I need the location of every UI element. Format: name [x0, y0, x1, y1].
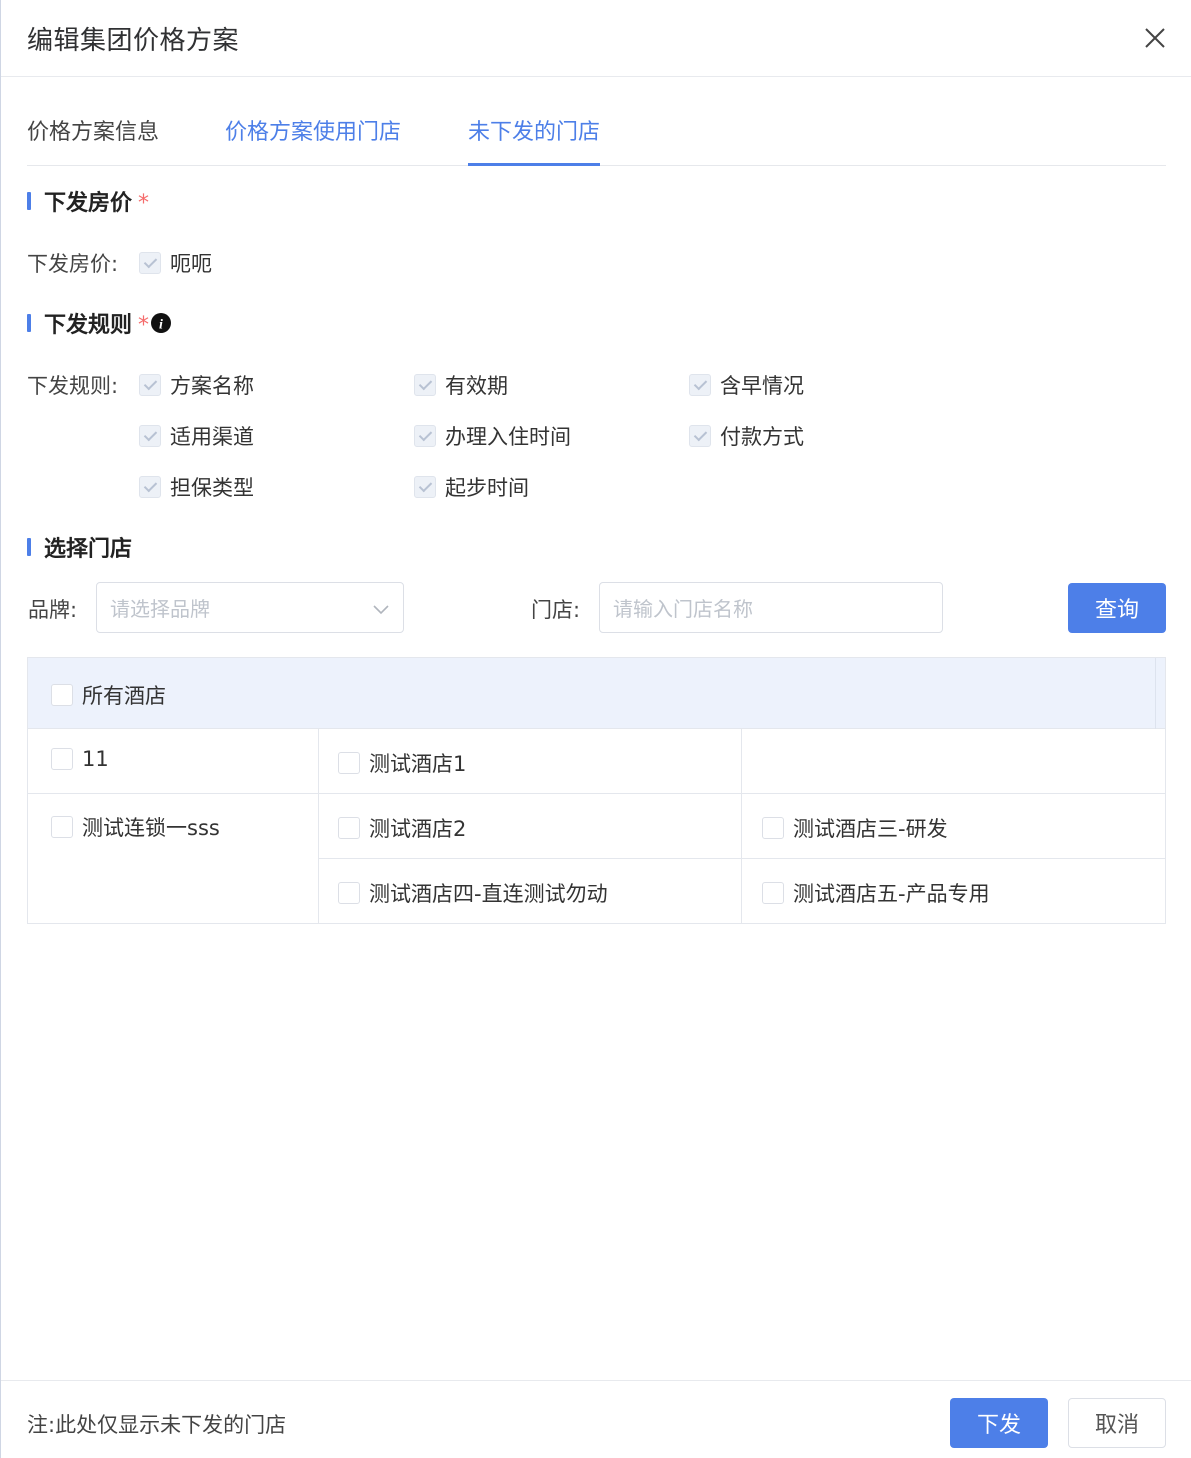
tab-plan-stores[interactable]: 价格方案使用门店 [225, 114, 401, 166]
dialog-footer: 注:此处仅显示未下发的门店 下发 取消 [1, 1380, 1191, 1458]
checkbox-label: 担保类型 [170, 476, 254, 500]
checkbox-label: 付款方式 [720, 425, 804, 449]
checkbox[interactable] [338, 882, 360, 904]
checkbox-all-hotels[interactable]: 所有酒店 [51, 680, 166, 710]
checkbox-label: 11 [82, 747, 109, 771]
checkbox[interactable] [689, 425, 711, 447]
checkbox-label: 测试酒店三-研发 [793, 817, 948, 841]
checkbox-rule-plan-name[interactable]: 方案名称 [139, 370, 254, 400]
checkbox[interactable] [338, 752, 360, 774]
store-search-input[interactable]: 请输入门店名称 [599, 582, 943, 633]
checkbox-rule-payment[interactable]: 付款方式 [689, 421, 804, 451]
tab-plan-info[interactable]: 价格方案信息 [27, 114, 159, 166]
row-divider [28, 793, 1165, 794]
store-label: 门店: [531, 598, 581, 622]
column-divider [741, 729, 742, 923]
checkbox[interactable] [689, 374, 711, 396]
rules-label: 下发规则: [27, 374, 119, 398]
checkbox[interactable] [51, 748, 73, 770]
checkbox[interactable] [414, 425, 436, 447]
checkbox-store-test1[interactable]: 测试酒店1 [338, 748, 466, 778]
brand-label: 品牌: [28, 598, 78, 622]
checkbox-rule-validity[interactable]: 有效期 [414, 370, 508, 400]
checkbox-rule-channel[interactable]: 适用渠道 [139, 421, 254, 451]
checkbox[interactable] [139, 425, 161, 447]
checkbox-label: 测试酒店1 [369, 752, 467, 776]
checkbox-label: 测试酒店五-产品专用 [793, 882, 990, 906]
footer-note: 注:此处仅显示未下发的门店 [27, 1413, 287, 1437]
close-button[interactable] [1141, 24, 1169, 52]
required-mark: * [138, 313, 150, 338]
checkbox-store-test2[interactable]: 测试酒店2 [338, 813, 466, 843]
table-header: 所有酒店 [28, 658, 1165, 729]
checkbox-label: 适用渠道 [170, 425, 254, 449]
checkbox[interactable] [338, 817, 360, 839]
section-bar [27, 538, 31, 556]
checkbox-rule-breakfast[interactable]: 含早情况 [689, 370, 804, 400]
checkbox-label: 测试酒店2 [369, 817, 467, 841]
checkbox[interactable] [51, 684, 73, 706]
cancel-button[interactable]: 取消 [1068, 1398, 1166, 1448]
tab-undistributed-stores[interactable]: 未下发的门店 [468, 114, 601, 166]
info-icon[interactable]: i [150, 312, 172, 340]
tab-bar: 价格方案信息 价格方案使用门店 未下发的门店 [27, 100, 1166, 166]
section-title-text: 下发规则 [44, 313, 133, 338]
brand-select-placeholder: 请选择品牌 [110, 597, 210, 621]
checkbox-label: 测试酒店四-直连测试勿动 [369, 882, 608, 906]
dialog-title: 编辑集团价格方案 [27, 26, 240, 56]
brand-select[interactable]: 请选择品牌 [96, 582, 404, 633]
checkbox-label: 含早情况 [720, 374, 804, 398]
checkbox[interactable] [139, 374, 161, 396]
price-label: 下发房价: [27, 252, 119, 276]
section-title-stores: 选择门店 [27, 531, 132, 563]
checkbox-store-test4-direct[interactable]: 测试酒店四-直连测试勿动 [338, 878, 608, 908]
close-icon [1145, 28, 1165, 48]
checkbox-brand-chain-sss[interactable]: 测试连锁一sss [51, 812, 220, 842]
checkbox[interactable] [139, 252, 161, 274]
section-title-text: 选择门店 [44, 537, 133, 562]
checkbox-brand-11[interactable]: 11 [51, 747, 109, 771]
column-divider [318, 729, 319, 923]
checkbox-label: 方案名称 [170, 374, 254, 398]
required-mark: * [138, 191, 150, 216]
section-title-price: 下发房价 * [27, 185, 149, 217]
checkbox[interactable] [414, 374, 436, 396]
store-search-placeholder: 请输入门店名称 [613, 597, 753, 621]
checkbox-rule-start-time[interactable]: 起步时间 [414, 472, 529, 502]
checkbox[interactable] [762, 817, 784, 839]
checkbox-label: 所有酒店 [82, 684, 166, 708]
distribute-button[interactable]: 下发 [950, 1398, 1048, 1448]
query-button[interactable]: 查询 [1068, 583, 1166, 633]
svg-text:i: i [159, 318, 163, 333]
section-bar [27, 314, 31, 332]
store-table: 所有酒店 11 测试酒店1 测试连锁一sss 测试酒店2 测试酒店三-研发 测试… [27, 657, 1166, 924]
checkbox[interactable] [762, 882, 784, 904]
checkbox-rule-checkin-time[interactable]: 办理入住时间 [414, 421, 571, 451]
row-divider [319, 858, 1165, 859]
dialog-header: 编辑集团价格方案 [1, 0, 1191, 77]
checkbox-rule-guarantee[interactable]: 担保类型 [139, 472, 254, 502]
checkbox[interactable] [414, 476, 436, 498]
checkbox-label: 测试连锁一sss [82, 816, 220, 840]
checkbox-label: 起步时间 [445, 476, 529, 500]
edit-price-plan-dialog: 编辑集团价格方案 价格方案信息 价格方案使用门店 未下发的门店 下发房价 * 下发… [0, 0, 1191, 1458]
chevron-down-icon [373, 605, 389, 615]
section-title-text: 下发房价 [44, 191, 133, 216]
section-title-rules: 下发规则 * i [27, 307, 172, 340]
checkbox-label: 有效期 [445, 374, 508, 398]
section-bar [27, 192, 31, 210]
checkbox-store-test5-product[interactable]: 测试酒店五-产品专用 [762, 878, 990, 908]
checkbox-store-test3-rd[interactable]: 测试酒店三-研发 [762, 813, 948, 843]
checkbox[interactable] [139, 476, 161, 498]
checkbox-label: 呃呃 [170, 252, 212, 276]
checkbox-price-ee[interactable]: 呃呃 [139, 248, 212, 278]
checkbox-label: 办理入住时间 [445, 425, 571, 449]
checkbox[interactable] [51, 816, 73, 838]
header-scroll-divider [1155, 658, 1156, 729]
